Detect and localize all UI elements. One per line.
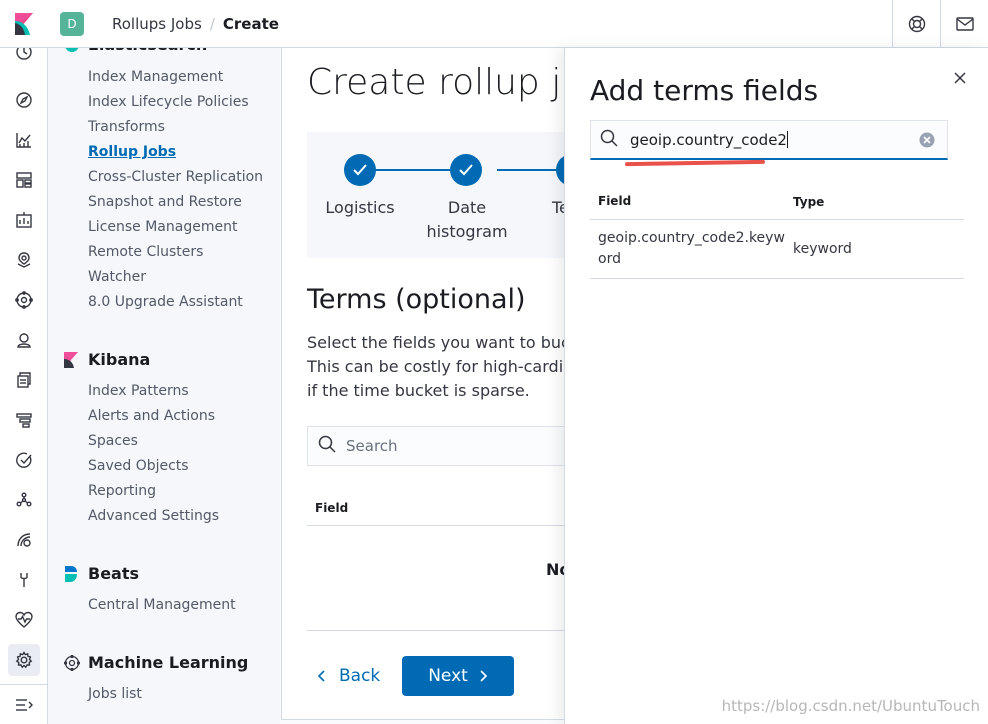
search-icon <box>318 435 336 457</box>
sidebar-item-cross-cluster-replication[interactable]: Cross-Cluster Replication <box>88 169 263 185</box>
machine-learning-icon <box>64 654 80 671</box>
sidebar-item-transforms[interactable]: Transforms <box>88 119 165 135</box>
sidebar-item-spaces[interactable]: Spaces <box>88 433 138 449</box>
breadcrumb: Rollups Jobs / Create <box>112 15 279 33</box>
fields-table-header: Field Type <box>590 184 964 220</box>
next-button[interactable]: Next <box>402 656 514 696</box>
field-name-cell: geoip.country_code2.keyw ord <box>598 230 785 267</box>
beats-section-title: Beats <box>64 564 139 583</box>
sidebar-item-upgrade-assistant[interactable]: 8.0 Upgrade Assistant <box>88 294 243 310</box>
field-type-cell: keyword <box>793 241 852 257</box>
breadcrumb-create: Create <box>222 14 279 33</box>
page-title: Create rollup job <box>307 62 607 103</box>
fields-search-input[interactable]: geoip.country_code2 <box>590 120 948 160</box>
kibana-section-icon <box>64 351 80 368</box>
sidebar-item-jobs-list[interactable]: Jobs list <box>88 686 142 702</box>
close-icon[interactable] <box>950 68 970 88</box>
sidebar-item-watcher[interactable]: Watcher <box>88 269 146 285</box>
table-row[interactable]: geoip.country_code2.keyw ord keyword <box>590 220 964 279</box>
breadcrumb-separator: / <box>209 14 215 33</box>
column-header-field[interactable]: Field <box>590 191 785 212</box>
elasticsearch-section-title: Elasticsearch <box>64 48 207 54</box>
kibana-section-title: Kibana <box>64 350 150 369</box>
uptime-icon[interactable] <box>12 448 36 472</box>
graph-icon[interactable] <box>12 488 36 512</box>
terms-section-title: Terms (optional) <box>307 284 526 315</box>
help-icon[interactable] <box>892 0 940 48</box>
infrastructure-icon[interactable] <box>12 328 36 352</box>
visualize-chart-icon[interactable] <box>12 128 36 152</box>
sidebar-item-alerts-actions[interactable]: Alerts and Actions <box>88 408 215 424</box>
logs-icon[interactable] <box>12 368 36 392</box>
step-progress: Logistics Date histogram Te <box>307 132 607 258</box>
search-placeholder: Search <box>346 437 398 455</box>
back-button[interactable]: Back <box>307 656 380 696</box>
terms-description: Select the fields you want to bucke This… <box>307 333 589 400</box>
sidebar-item-remote-clusters[interactable]: Remote Clusters <box>88 244 203 260</box>
sidebar-item-reporting[interactable]: Reporting <box>88 483 156 499</box>
sidebar-item-advanced-settings[interactable]: Advanced Settings <box>88 508 219 524</box>
maps-icon[interactable] <box>12 248 36 272</box>
step-complete-check-icon[interactable] <box>450 154 482 186</box>
step-complete-check-icon[interactable] <box>344 154 376 186</box>
sidebar-item-license-management[interactable]: License Management <box>88 219 237 235</box>
discover-compass-icon[interactable] <box>12 88 36 112</box>
add-terms-fields-flyout: Add terms fields geoip.country_code2 Fie… <box>564 48 988 724</box>
top-bar: D Rollups Jobs / Create <box>0 0 988 48</box>
column-header-type[interactable]: Type <box>785 195 824 209</box>
dock-navigation-icon[interactable] <box>0 684 48 724</box>
dashboard-icon[interactable] <box>12 168 36 192</box>
dev-tools-icon[interactable] <box>12 568 36 592</box>
breadcrumb-rollup-jobs[interactable]: Rollups Jobs <box>112 15 202 33</box>
search-icon <box>600 129 618 151</box>
chevron-right-icon <box>480 670 487 682</box>
sidebar-item-index-lifecycle-policies[interactable]: Index Lifecycle Policies <box>88 94 249 110</box>
beats-logo-icon <box>64 565 80 582</box>
sidebar-item-central-management[interactable]: Central Management <box>88 597 236 613</box>
ml-section-title: Machine Learning <box>64 653 248 672</box>
space-avatar[interactable]: D <box>60 11 84 36</box>
newsfeed-mail-icon[interactable] <box>940 0 988 48</box>
step-label-date-histogram[interactable]: Date histogram <box>422 196 512 244</box>
column-header-field[interactable]: Field <box>315 501 348 515</box>
sidebar-item-index-patterns[interactable]: Index Patterns <box>88 383 189 399</box>
kibana-logo-icon[interactable] <box>0 0 48 48</box>
sidebar-item-index-management[interactable]: Index Management <box>88 69 223 85</box>
clear-search-icon[interactable] <box>919 132 935 148</box>
fields-table: Field Type geoip.country_code2.keyw ord … <box>590 184 964 279</box>
management-sidebar: Elasticsearch Index Management Index Lif… <box>48 48 280 724</box>
siem-icon[interactable] <box>12 528 36 552</box>
app-icon-nav <box>0 44 48 724</box>
sidebar-item-rollup-jobs[interactable]: Rollup Jobs <box>88 144 176 160</box>
apm-icon[interactable] <box>12 408 36 432</box>
watermark: https://blog.csdn.net/UbuntuTouch <box>721 697 980 715</box>
sidebar-item-saved-objects[interactable]: Saved Objects <box>88 458 189 474</box>
elasticsearch-logo-icon <box>64 48 80 53</box>
annotation-underline <box>624 159 766 167</box>
terms-search-input[interactable]: Search <box>307 426 607 466</box>
step-label-logistics[interactable]: Logistics <box>320 196 400 220</box>
table-divider <box>307 630 607 631</box>
chevron-left-icon <box>317 670 325 682</box>
header-actions <box>892 0 988 48</box>
ml-icon[interactable] <box>12 288 36 312</box>
monitoring-heart-icon[interactable] <box>12 608 36 632</box>
search-value[interactable]: geoip.country_code2 <box>630 130 919 149</box>
management-gear-icon[interactable] <box>8 644 40 676</box>
flyout-title: Add terms fields <box>590 74 819 107</box>
canvas-icon[interactable] <box>12 208 36 232</box>
sidebar-item-snapshot-restore[interactable]: Snapshot and Restore <box>88 194 242 210</box>
terms-table-header: Field <box>307 490 607 526</box>
